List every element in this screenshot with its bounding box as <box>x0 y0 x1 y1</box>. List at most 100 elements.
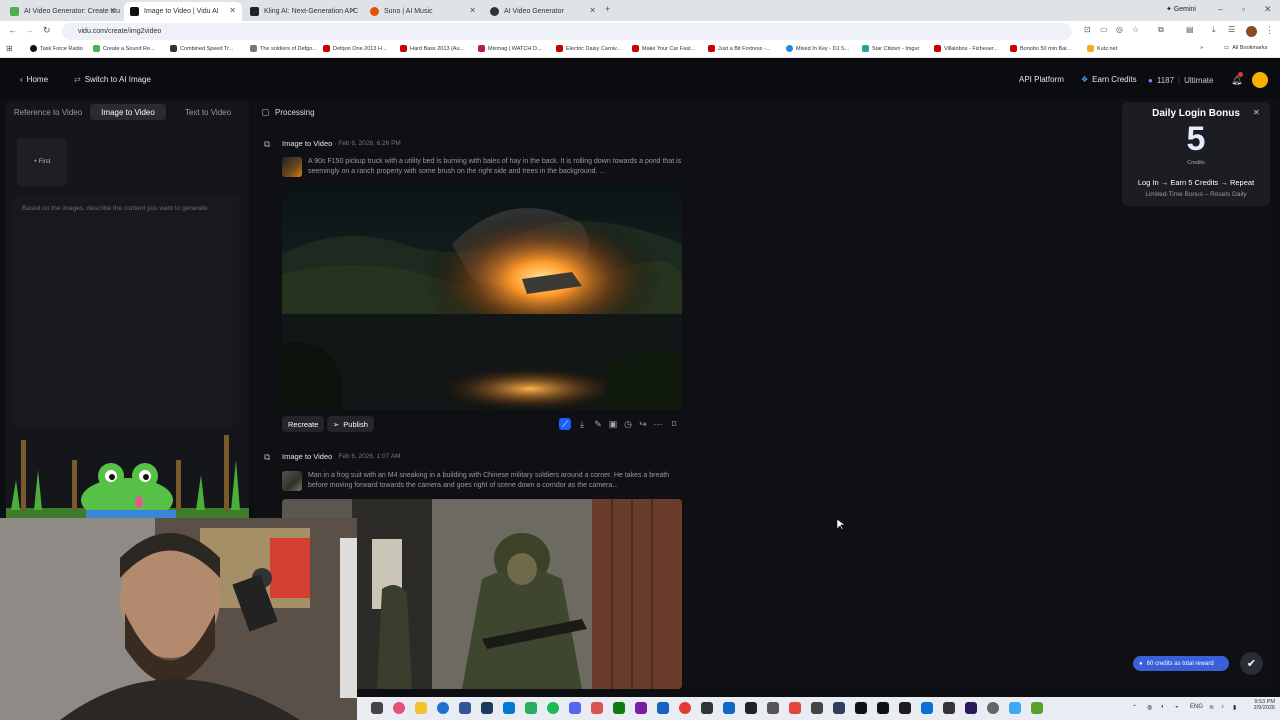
network-icon[interactable]: ◍ <box>1147 704 1152 711</box>
bookmark-item[interactable]: Just a Bit Fortress -... <box>708 45 770 52</box>
app-icon[interactable] <box>811 702 823 714</box>
download-icon[interactable]: ⤓ <box>1212 25 1216 35</box>
tray-overflow-icon[interactable]: ⌃ <box>1132 704 1137 711</box>
sidebar-icon[interactable]: ▤ <box>1186 25 1194 34</box>
bookmark-item[interactable]: Mixmag | WATCH D... <box>478 45 541 52</box>
home-button[interactable]: ‹ Home <box>20 75 48 84</box>
switch-to-image-button[interactable]: ⇄ Switch to AI Image <box>74 75 151 84</box>
processing-filter[interactable]: Processing <box>262 108 315 117</box>
earn-credits-button[interactable]: ❖ Earn Credits <box>1081 75 1137 84</box>
credits-indicator[interactable]: ● 1187 | Ultimate <box>1148 73 1213 87</box>
tray-icon[interactable]: ◐ <box>1161 704 1165 710</box>
app-icon[interactable] <box>855 702 867 714</box>
close-tab-icon[interactable]: ✕ <box>229 6 236 15</box>
magic-edit-icon[interactable]: ⟋ <box>559 418 571 430</box>
recreate-button[interactable]: Recreate <box>282 416 325 432</box>
frame-icon[interactable]: ▣ <box>607 418 619 430</box>
bookmark-item[interactable]: Bonobo 50 min Bal... <box>1010 45 1071 52</box>
close-tab-icon[interactable]: ✕ <box>109 6 116 15</box>
start-icon[interactable] <box>371 702 383 714</box>
app-icon[interactable] <box>701 702 713 714</box>
bookmark-item[interactable]: Villalobos - Fizheuer... <box>934 45 998 52</box>
file-explorer-icon[interactable] <box>415 702 427 714</box>
install-icon[interactable]: ⊡ <box>1084 25 1091 34</box>
app-icon[interactable] <box>767 702 779 714</box>
app-icon[interactable] <box>943 702 955 714</box>
bookmark-item[interactable]: Combined Speed Tr... <box>170 45 233 52</box>
bookmark-item[interactable]: Mixed In Key - DJ S... <box>786 45 849 52</box>
app-icon[interactable] <box>591 702 603 714</box>
close-icon[interactable]: ✕ <box>1253 108 1260 117</box>
tray-icon[interactable]: ◒ <box>1175 704 1179 710</box>
source-thumbnail[interactable] <box>282 157 302 177</box>
processing-checkbox[interactable] <box>262 109 269 116</box>
app-icon[interactable] <box>635 702 647 714</box>
browser-tab[interactable]: Kling AI: Next-Generation AI C ✕ <box>244 2 362 21</box>
bookmark-item[interactable]: The soldiers of Defgo... <box>250 45 317 52</box>
generated-video-burning-truck[interactable] <box>282 184 682 410</box>
bookmark-item[interactable]: Kutz.net <box>1087 45 1117 52</box>
source-thumbnail[interactable] <box>282 471 302 491</box>
share-icon[interactable]: ↪ <box>637 418 649 430</box>
bookmark-item[interactable]: Electric Daisy Carniv... <box>556 45 621 52</box>
close-tab-icon[interactable]: ✕ <box>349 6 356 15</box>
tasks-check-button[interactable]: ✔ <box>1240 652 1263 675</box>
edit-icon[interactable]: ✎ <box>592 418 604 430</box>
mail-icon[interactable] <box>503 702 515 714</box>
app-icon[interactable] <box>789 702 801 714</box>
copilot-icon[interactable] <box>393 702 405 714</box>
volume-icon[interactable]: ♪ <box>1221 704 1224 710</box>
extensions-icon[interactable]: ⧉ <box>1158 25 1164 35</box>
browser-tab[interactable]: AI Video Generator: Create stu ✕ <box>4 2 122 21</box>
browser-tab[interactable]: AI Video Generator ✕ <box>484 2 602 21</box>
star-icon[interactable]: ☆ <box>1132 25 1139 34</box>
app-icon[interactable] <box>1031 702 1043 714</box>
browser-tab[interactable]: Suno | AI Music ✕ <box>364 2 482 21</box>
bookmark-item[interactable]: Task Force Radio <box>30 45 83 52</box>
app-icon[interactable] <box>745 702 757 714</box>
wifi-icon[interactable]: ≋ <box>1209 704 1214 711</box>
battery-icon[interactable]: ▮ <box>1233 704 1236 711</box>
new-tab-icon[interactable]: + <box>605 4 610 14</box>
spotify-icon[interactable] <box>547 702 559 714</box>
all-bookmarks[interactable]: ▭ All Bookmarks <box>1224 45 1267 51</box>
app-icon[interactable] <box>459 702 471 714</box>
minimize-icon[interactable]: – <box>1218 4 1223 14</box>
reload-icon[interactable]: ↻ <box>43 25 51 36</box>
forward-icon[interactable]: → <box>25 25 34 35</box>
bookmark-item[interactable]: Defqon One 2013 H... <box>323 45 387 52</box>
menu-icon[interactable]: ☰ <box>1228 25 1235 34</box>
discord-icon[interactable] <box>569 702 581 714</box>
settings-icon[interactable] <box>987 702 999 714</box>
download-icon[interactable]: ⤓ <box>576 418 588 430</box>
bookmark-item[interactable]: Star Citizen - Imgur <box>862 45 919 52</box>
url-input[interactable]: vidu.com/create/img2video <box>62 23 1072 40</box>
cast-icon[interactable]: ▭ <box>1100 25 1108 34</box>
bookmark-icon[interactable]: ⌑ <box>668 418 680 430</box>
steam-icon[interactable] <box>481 702 493 714</box>
bookmark-item[interactable]: Make Your Car Fast... <box>632 45 695 52</box>
xbox-icon[interactable] <box>613 702 625 714</box>
apps-icon[interactable]: ⊞ <box>6 44 13 53</box>
app-icon[interactable] <box>877 702 889 714</box>
maximize-icon[interactable]: ▫ <box>1242 4 1245 14</box>
app-icon[interactable] <box>525 702 537 714</box>
tab-image-to-video[interactable]: Image to Video <box>90 104 166 120</box>
more-icon[interactable]: ⋯ <box>652 418 664 430</box>
history-icon[interactable]: ◷ <box>622 418 634 430</box>
profile-avatar[interactable] <box>1246 26 1257 37</box>
app-icon[interactable] <box>899 702 911 714</box>
chrome-icon[interactable] <box>679 702 691 714</box>
first-frame-upload[interactable]: + First <box>17 138 67 186</box>
app-icon[interactable] <box>833 702 845 714</box>
browser-tab-active[interactable]: Image to Video | Vidu AI ✕ <box>124 2 242 21</box>
app-icon[interactable] <box>723 702 735 714</box>
bookmark-item[interactable]: Create a Sound Re... <box>93 45 155 52</box>
clock[interactable]: 9:53 PM 2/9/2026 <box>1247 699 1275 711</box>
tab-text-to-video[interactable]: Text to Video <box>172 104 244 120</box>
app-icon[interactable] <box>657 702 669 714</box>
eye-icon[interactable]: ◎ <box>1116 25 1123 34</box>
app-icon[interactable] <box>1009 702 1021 714</box>
vscode-icon[interactable] <box>921 702 933 714</box>
close-window-icon[interactable]: ✕ <box>1264 4 1272 15</box>
